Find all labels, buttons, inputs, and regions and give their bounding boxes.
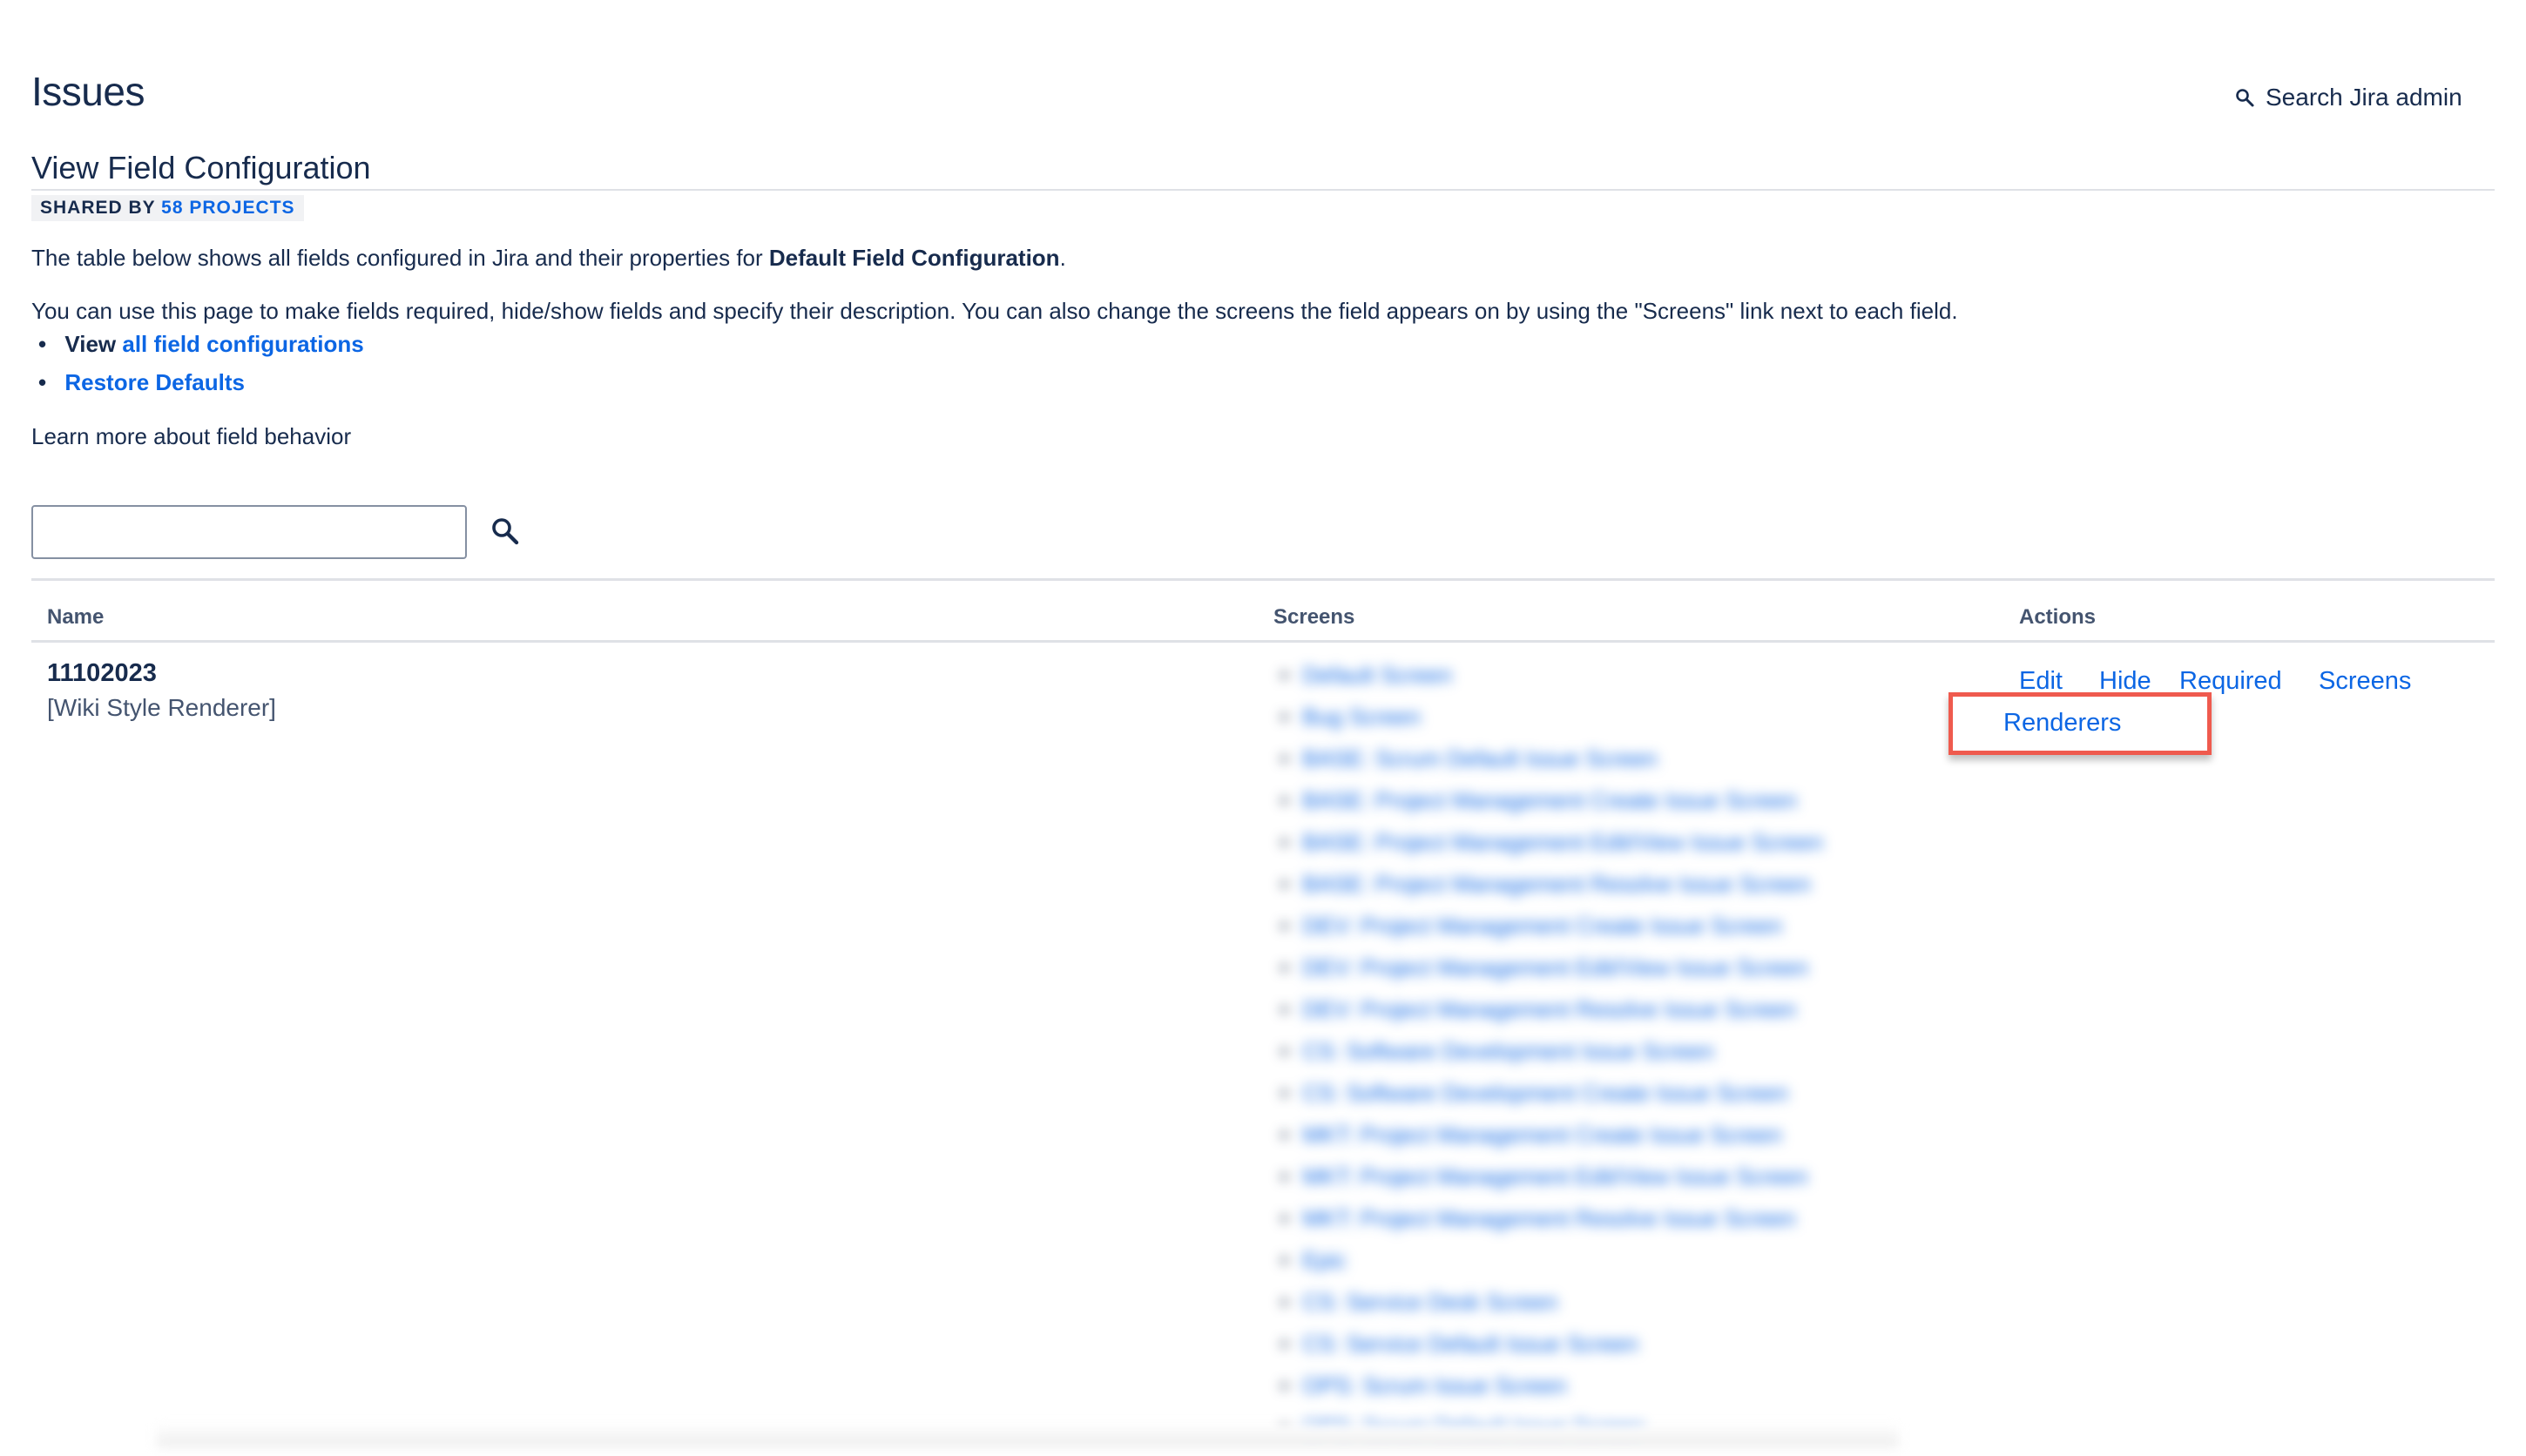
renderers-action-link[interactable]: Renderers — [2003, 709, 2121, 738]
screen-link[interactable]: BASE: Scrum Default Issue Screen — [1280, 745, 1823, 787]
search-icon — [2236, 89, 2254, 107]
field-screens-list: Default Screen Bug Screen BASE: Scrum De… — [1280, 662, 1823, 1456]
shared-projects-link[interactable]: 58 PROJECTS — [161, 198, 294, 218]
default-field-configuration-label: Default Field Configuration — [768, 245, 1060, 271]
restore-defaults-link[interactable]: Restore Defaults — [64, 369, 245, 395]
screen-link[interactable]: BASE: Project Management Edit/View Issue… — [1280, 829, 1823, 871]
learn-more-link[interactable]: Learn more about field behavior — [31, 423, 351, 450]
intro-line-1: The table below shows all fields configu… — [31, 245, 1066, 272]
table-top-divider — [31, 578, 2495, 581]
intro-line-2: You can use this page to make fields req… — [31, 298, 1958, 324]
screen-link[interactable]: CS: Software Development Issue Screen — [1280, 1038, 1823, 1080]
bullet-view-configurations: View all field configurations — [38, 331, 363, 358]
screen-link[interactable]: DEV: Project Management Create Issue Scr… — [1280, 913, 1823, 954]
column-header-actions: Actions — [2019, 605, 2097, 629]
screen-link[interactable]: Default Screen — [1280, 662, 1823, 704]
screens-action-link[interactable]: Screens — [2319, 667, 2411, 696]
column-header-screens: Screens — [1273, 605, 1355, 629]
table-header-divider — [31, 640, 2495, 643]
screen-link[interactable]: MKT: Project Management Edit/View Issue … — [1280, 1163, 1823, 1205]
search-jira-admin-label: Search Jira admin — [2266, 84, 2462, 111]
shared-by-label: SHARED BY — [40, 198, 156, 218]
screen-link[interactable]: OPS: Scrum Issue Screen — [1280, 1372, 1823, 1414]
screen-link[interactable]: CS: Service Default Issue Screen — [1280, 1331, 1823, 1372]
screen-link[interactable]: CS: Software Development Create Issue Sc… — [1280, 1080, 1823, 1122]
screen-link[interactable]: DEV: Project Management Edit/View Issue … — [1280, 954, 1823, 996]
intro-line-1-text: The table below shows all fields configu… — [31, 245, 763, 271]
field-name: 11102023 — [47, 659, 157, 687]
all-field-configurations-link[interactable]: all field configurations — [122, 331, 363, 357]
shared-by-badge: SHARED BY 58 PROJECTS — [31, 195, 304, 221]
filter-search-button[interactable] — [490, 516, 524, 550]
bullet-view-prefix: View — [64, 331, 117, 357]
title-divider — [31, 189, 2495, 191]
search-jira-admin-button[interactable]: Search Jira admin — [2234, 84, 2462, 111]
bullet-restore-defaults: Restore Defaults — [38, 369, 245, 396]
screen-link[interactable]: Epic — [1280, 1247, 1823, 1289]
screen-link[interactable]: MKT: Project Management Resolve Issue Sc… — [1280, 1205, 1823, 1247]
screen-link[interactable]: BASE: Project Management Resolve Issue S… — [1280, 871, 1823, 913]
page-title: Issues — [31, 69, 145, 114]
screen-link[interactable]: CS: Service Desk Screen — [1280, 1289, 1823, 1331]
bottom-edge-shadow — [157, 1424, 1899, 1447]
screen-link[interactable]: DEV: Project Management Resolve Issue Sc… — [1280, 996, 1823, 1038]
field-renderer-type: [Wiki Style Renderer] — [47, 694, 276, 721]
intro-line-1-end: . — [1059, 245, 1066, 271]
view-field-configuration-title: View Field Configuration — [31, 150, 371, 185]
search-icon — [492, 518, 519, 545]
screen-link[interactable]: MKT: Project Management Create Issue Scr… — [1280, 1122, 1823, 1163]
field-filter-input[interactable] — [31, 505, 467, 559]
screen-link[interactable]: BASE: Project Management Create Issue Sc… — [1280, 787, 1823, 829]
column-header-name: Name — [47, 605, 105, 629]
screen-link[interactable]: Bug Screen — [1280, 704, 1823, 745]
